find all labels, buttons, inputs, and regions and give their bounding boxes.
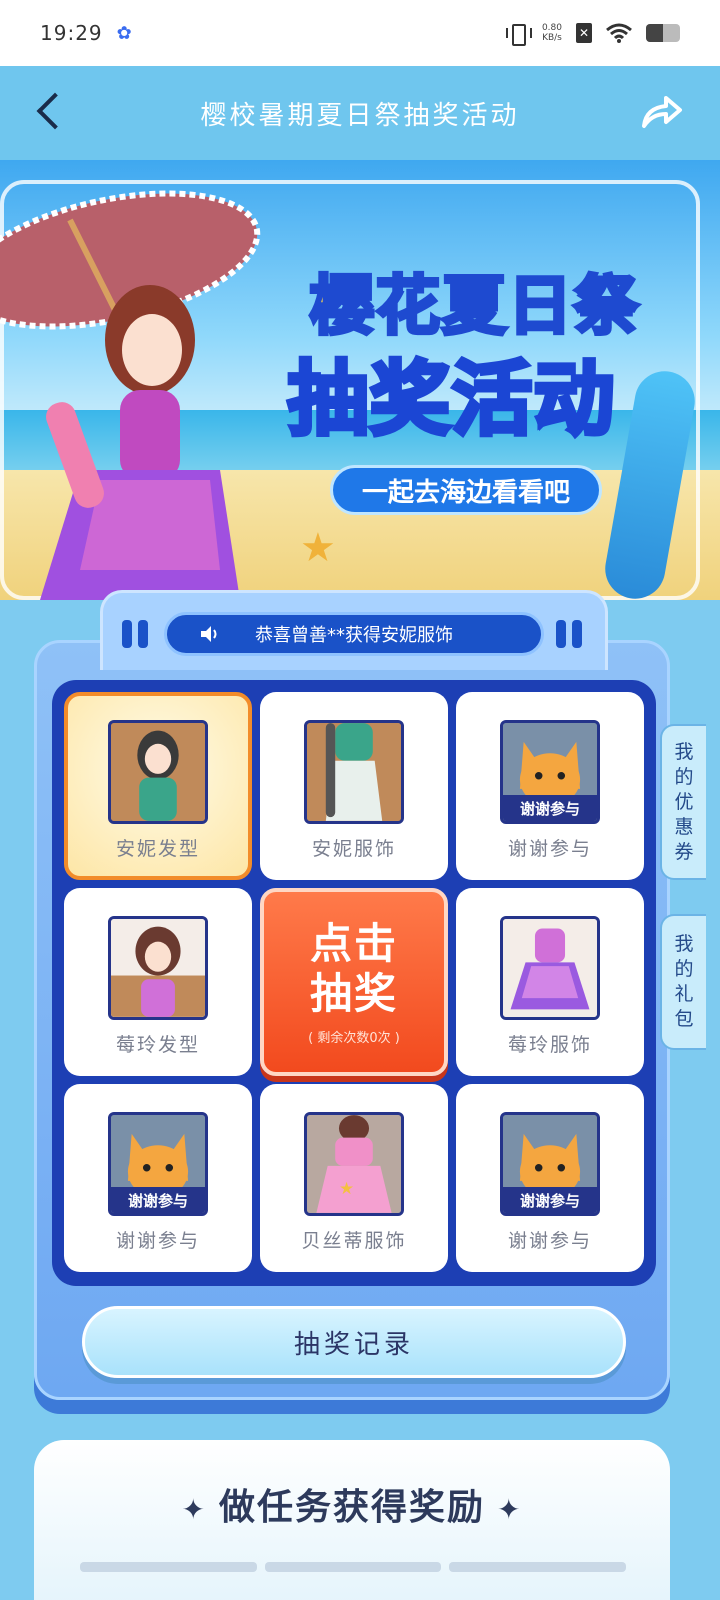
status-bar: 19:29 ✿ 0.80 KB/s ✕ <box>0 0 720 66</box>
speaker-icon <box>199 623 221 645</box>
prize-cell-bessie-outfit: ★ 贝丝蒂服饰 <box>260 1084 448 1272</box>
draw-button-line1: 点击 <box>309 918 398 968</box>
prize-label: 安妮服饰 <box>311 838 396 860</box>
banner-title-line2: 抽奖活动 <box>286 351 617 449</box>
prize-cell-thanks: 谢谢参与 谢谢参与 <box>64 1084 252 1272</box>
prize-cell-annie-hairstyle: 安妮发型 <box>64 692 252 880</box>
cat-thumb: 谢谢参与 <box>500 1112 600 1216</box>
page-title: 樱校暑期夏日祭抽奖活动 <box>200 100 520 131</box>
prize-label: 莓玲服饰 <box>507 1034 592 1056</box>
draw-button[interactable]: 点击 抽奖 ( 剩余次数0次 ) <box>260 888 448 1076</box>
banner-subtitle: 一起去海边看看吧 <box>330 465 602 515</box>
starfish-icon: ★ <box>300 525 336 571</box>
thanks-tag: 谢谢参与 <box>111 1187 205 1213</box>
network-speed-value: 0.80 <box>541 23 562 33</box>
prize-label: 莓玲发型 <box>115 1034 200 1056</box>
baidu-paw-icon: ✿ <box>116 22 132 44</box>
gift-char: 的 <box>674 958 694 980</box>
annie-hairstyle-thumb <box>108 720 208 824</box>
prize-label: 谢谢参与 <box>507 838 592 860</box>
prize-label: 贝丝蒂服饰 <box>301 1230 407 1252</box>
sparkle-icon: ✦ <box>497 1492 523 1526</box>
prize-label: 谢谢参与 <box>115 1230 200 1252</box>
banner-title-line1: 樱花夏日祭 <box>308 268 640 346</box>
event-banner: ★ 樱花夏日祭 抽奖活动 一起去海边看看吧 <box>0 160 720 600</box>
tasks-tab[interactable] <box>449 1562 627 1572</box>
remaining-draws: ( 剩余次数0次 ) <box>308 1030 400 1046</box>
battery-fill <box>646 24 663 42</box>
ticker-message: 恭喜曾善**获得安妮服饰 <box>255 625 453 646</box>
coupon-char: 我 <box>674 740 694 763</box>
tasks-tab[interactable] <box>80 1562 257 1572</box>
status-time: 19:29 <box>40 21 103 45</box>
winner-ticker: 恭喜曾善**获得安妮服饰 <box>164 612 544 656</box>
svg-text:★: ★ <box>339 1178 354 1198</box>
prize-label: 谢谢参与 <box>507 1230 592 1252</box>
share-icon[interactable] <box>640 92 684 132</box>
character-illustration <box>40 285 240 600</box>
coupon-char: 券 <box>674 840 694 863</box>
vibrate-icon <box>505 23 532 46</box>
ticker-deco-left <box>122 620 152 648</box>
coupon-char: 惠 <box>674 815 694 838</box>
coupon-char: 的 <box>674 765 694 788</box>
tasks-tab[interactable] <box>264 1562 442 1572</box>
my-gift-pack-tab[interactable]: 我 的 礼 包 <box>660 914 706 1050</box>
prize-cell-thanks: 谢谢参与 谢谢参与 <box>456 1084 644 1272</box>
sparkle-icon: ✦ <box>181 1492 207 1526</box>
gift-char: 包 <box>674 1008 694 1030</box>
annie-outfit-thumb <box>304 720 404 824</box>
prize-cell-meiling-hairstyle: 莓玲发型 <box>64 888 252 1076</box>
bessie-outfit-thumb: ★ <box>304 1112 404 1216</box>
back-button[interactable] <box>34 94 70 130</box>
prize-cell-annie-outfit: 安妮服饰 <box>260 692 448 880</box>
draw-button-line2: 抽奖 <box>309 968 398 1018</box>
wifi-icon <box>606 23 632 43</box>
ticker-deco-right <box>556 620 586 648</box>
cat-thumb: 谢谢参与 <box>500 720 600 824</box>
coupon-char: 优 <box>674 790 694 813</box>
battery-icon <box>646 24 680 42</box>
prize-cell-meiling-outfit: 莓玲服饰 <box>456 888 644 1076</box>
network-speed-unit: KB/s <box>542 33 562 43</box>
tasks-title: 做任务获得奖励 <box>218 1487 485 1528</box>
network-speed: 0.80 KB/s <box>542 23 562 43</box>
tasks-tab-strip <box>80 1562 627 1572</box>
no-sim-icon: ✕ <box>576 23 592 43</box>
prize-cell-thanks: 谢谢参与 谢谢参与 <box>456 692 644 880</box>
header: 樱校暑期夏日祭抽奖活动 <box>0 66 720 160</box>
tasks-card: ✦ 做任务获得奖励 ✦ <box>34 1440 670 1600</box>
draw-record-button[interactable]: 抽奖记录 <box>82 1306 626 1378</box>
prize-label: 安妮发型 <box>115 838 200 860</box>
my-coupons-tab[interactable]: 我 的 优 惠 券 <box>660 724 706 880</box>
meiling-outfit-thumb <box>500 916 600 1020</box>
meiling-hairstyle-thumb <box>108 916 208 1020</box>
status-icons: 0.80 KB/s ✕ <box>505 23 680 46</box>
gift-char: 礼 <box>674 983 694 1005</box>
cat-thumb: 谢谢参与 <box>108 1112 208 1216</box>
tasks-heading: ✦ 做任务获得奖励 ✦ <box>34 1478 670 1530</box>
thanks-tag: 谢谢参与 <box>503 795 597 821</box>
gift-char: 我 <box>674 933 694 955</box>
prize-grid: 安妮发型 安妮服饰 谢谢参与 谢谢参与 莓玲发型 点击 抽奖 (剩余次数0次 … <box>52 680 656 1286</box>
thanks-tag: 谢谢参与 <box>503 1187 597 1213</box>
